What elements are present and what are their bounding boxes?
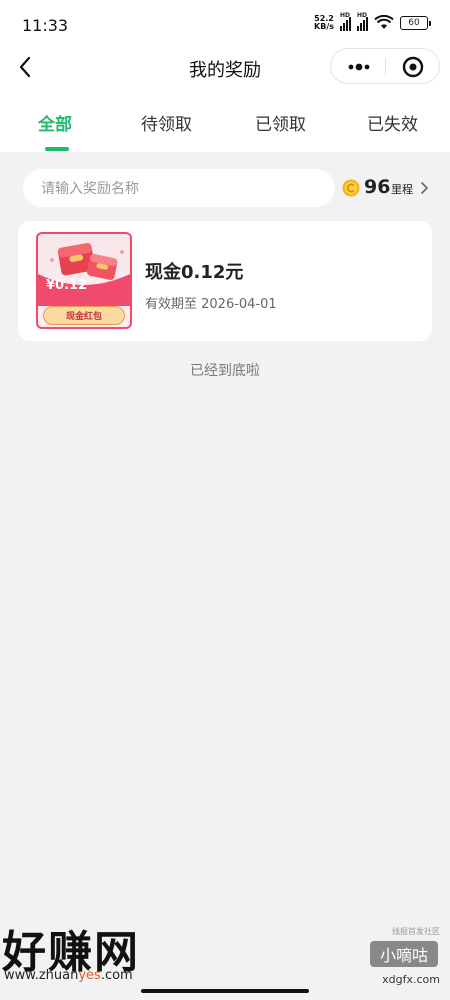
mileage-unit[interactable]: 里程 (391, 181, 413, 197)
network-speed-unit: KB/s (314, 22, 334, 31)
thumbnail-label-pill: 现金红包 (43, 306, 125, 325)
reward-validity: 有效期至 2026-04-01 (145, 297, 277, 312)
battery-icon: 60 (400, 16, 431, 30)
watermark-left-url: www.zhuanyes.com (4, 968, 133, 983)
home-indicator[interactable] (141, 989, 309, 993)
thumbnail-amount: ¥0.12 (46, 278, 88, 293)
network-speed: 52.2 KB/s (314, 15, 334, 31)
active-tab-indicator (45, 147, 69, 151)
red-packet-icon (38, 243, 130, 306)
red-packet-thumbnail: ¥0.12 现金红包 (36, 232, 132, 329)
coin-icon (342, 179, 360, 197)
hd-label: HD (340, 12, 351, 19)
battery-level: 60 (408, 18, 420, 28)
tab-expired[interactable]: 已失效 (367, 110, 418, 135)
thumbnail-label: 现金红包 (65, 312, 102, 322)
search-input[interactable]: 请输入奖励名称 (23, 169, 335, 207)
signal-icon: HD (340, 12, 351, 31)
list-end-text: 已经到底啦 (190, 363, 260, 379)
capsule-divider (385, 58, 386, 76)
mileage-value[interactable]: 96 (364, 176, 390, 198)
tab-claimed[interactable]: 已领取 (255, 110, 306, 135)
search-placeholder: 请输入奖励名称 (41, 181, 139, 197)
hd-label: HD (357, 12, 368, 19)
wifi-icon (374, 15, 394, 29)
tab-pending[interactable]: 待领取 (141, 110, 192, 135)
reward-card[interactable]: ¥0.12 现金红包 现金0.12元 有效期至 2026-04-01 (18, 221, 432, 341)
watermark-right-url: xdgfx.com (382, 973, 440, 986)
watermark-url-prefix: www.zhuan (4, 968, 79, 983)
watermark-right-badge: 小嘀咕 (370, 941, 438, 967)
watermark-left: 好赚网 www.zhuanyes.com (0, 914, 200, 986)
tab-all[interactable]: 全部 (38, 110, 72, 135)
watermark-right-caption: 线报首发社区 (392, 927, 440, 936)
status-time: 11:33 (22, 16, 69, 35)
watermark-url-suffix: .com (100, 968, 133, 983)
status-bar: 11:33 52.2 KB/s HD HD 60 (0, 0, 450, 48)
mini-program-capsule (330, 48, 440, 84)
reward-title: 现金0.12元 (145, 262, 244, 283)
status-indicators: 52.2 KB/s HD HD 60 (314, 12, 431, 31)
more-dots-icon[interactable] (345, 59, 373, 75)
target-icon[interactable] (401, 55, 425, 79)
watermark-right: 线报首发社区 小嘀咕 xdgfx.com (364, 926, 440, 992)
signal-icon: HD (357, 12, 368, 31)
chevron-right-icon[interactable] (418, 181, 430, 195)
watermark-url-highlight: yes (78, 968, 101, 983)
